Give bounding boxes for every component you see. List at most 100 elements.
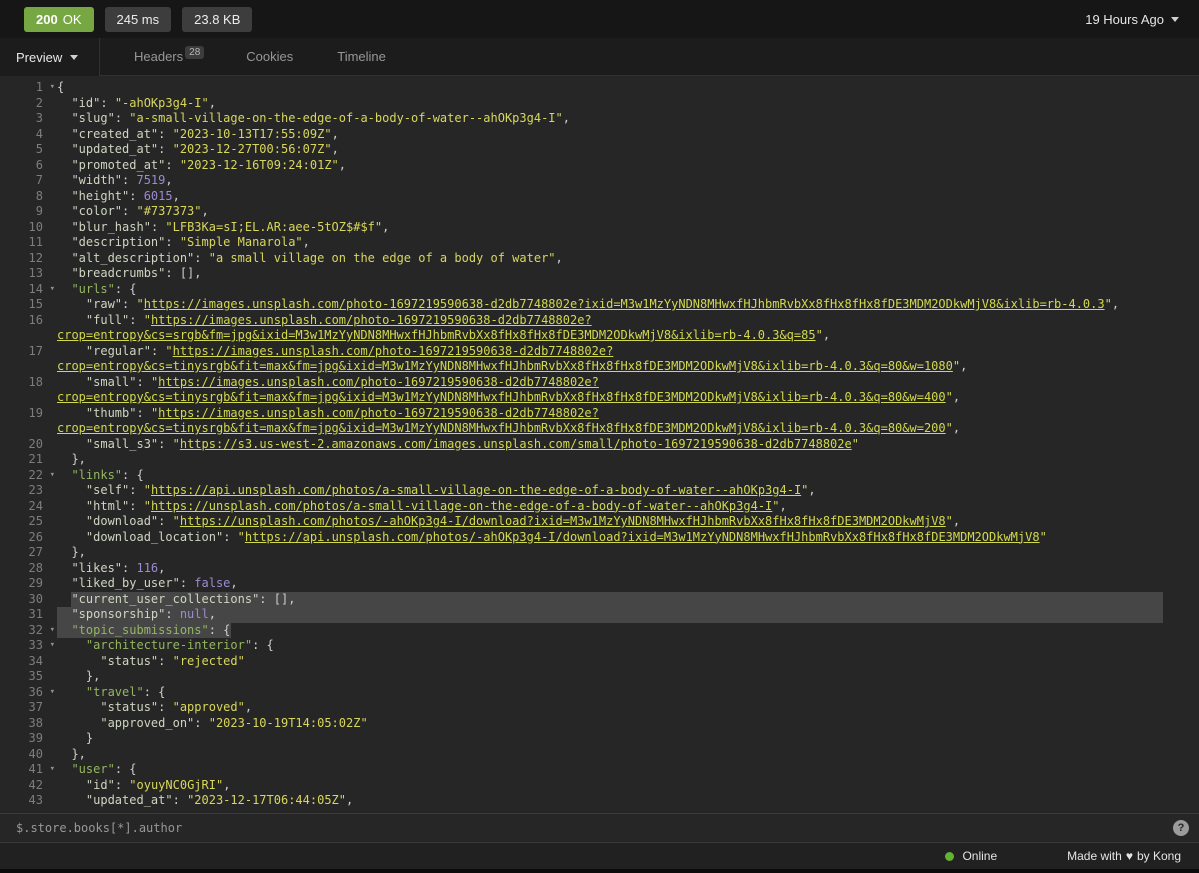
status-badge: 200OK [24,7,94,32]
code-token: , [780,499,787,513]
line-gutter: 37 [0,700,57,716]
line-gutter: 35 [0,669,57,685]
code-line: 40 }, [0,747,1163,763]
code-token: , [953,514,960,528]
response-link[interactable]: https://api.unsplash.com/photos/a-small-… [151,483,801,497]
fold-arrow-icon[interactable]: ▾ [50,282,55,298]
help-icon[interactable]: ? [1173,820,1189,836]
code-token: "links" [57,468,122,482]
code-token: " [144,313,151,327]
code-line: 37 "status": "approved", [0,700,1163,716]
code-line: 30 "current_user_collections": [], [0,592,1163,608]
code-token: "color" [57,204,122,218]
line-number: 13 [29,266,43,282]
line-gutter: 21 [0,452,57,468]
fold-arrow-icon[interactable]: ▾ [50,623,55,639]
fold-arrow-icon[interactable]: ▾ [50,468,55,484]
line-gutter: 29 [0,576,57,592]
tab-cookies[interactable]: Cookies [224,49,315,64]
response-link[interactable]: https://images.unsplash.com/photo-169721… [144,297,1105,311]
code-token: , [823,328,830,342]
line-number: 30 [29,592,43,608]
code-token: "status" [57,700,158,714]
code-token: 6015 [144,189,173,203]
code-token: : [136,406,150,420]
code-token: : [122,561,136,575]
code-token: : [158,514,172,528]
response-body-editor[interactable]: 1▾{2 "id": "-ahOKp3g4-I",3 "slug": "a-sm… [0,76,1199,813]
response-link[interactable]: https://images.unsplash.com/photo-169721… [57,344,953,374]
code-token: " [173,514,180,528]
response-link[interactable]: https://s3.us-west-2.amazonaws.com/image… [180,437,852,451]
code-token: : { [115,762,137,776]
code-text: "travel": { [57,685,1163,701]
preview-mode-label: Preview [16,50,62,65]
line-number: 14 [29,282,43,298]
code-token: : [165,158,179,172]
line-number: 21 [29,452,43,468]
code-token: " [165,344,172,358]
line-number: 18 [29,375,43,391]
code-token: "blur_hash" [57,220,151,234]
preview-mode-dropdown[interactable]: Preview [0,38,100,76]
code-token: "raw" [57,297,122,311]
code-token: , [960,359,967,373]
code-token: "width" [57,173,122,187]
code-token: " [136,297,143,311]
tab-timeline[interactable]: Timeline [315,49,408,64]
line-number: 6 [36,158,43,174]
code-token: , [332,127,339,141]
code-text: }, [57,545,1163,561]
code-token: "regular" [57,344,151,358]
line-gutter: 36▾ [0,685,57,701]
code-line: 14▾ "urls": { [0,282,1163,298]
code-line: 19 "thumb": "https://images.unsplash.com… [0,406,1163,437]
code-token: }, [57,452,86,466]
response-link[interactable]: https://images.unsplash.com/photo-169721… [57,375,946,405]
code-token: "download_location" [57,530,223,544]
code-token: : [122,204,136,218]
line-gutter: 34 [0,654,57,670]
status-dot-icon [945,852,954,861]
code-token: , [209,96,216,110]
response-link[interactable]: https://unsplash.com/photos/-ahOKp3g4-I/… [180,514,946,528]
response-link[interactable]: https://images.unsplash.com/photo-169721… [57,313,816,343]
code-text: "status": "approved", [57,700,1163,716]
tab-headers[interactable]: Headers28 [112,49,224,64]
fold-arrow-icon[interactable]: ▾ [50,638,55,654]
code-line: 43 "updated_at": "2023-12-17T06:44:05Z", [0,793,1163,809]
fold-arrow-icon[interactable]: ▾ [50,685,55,701]
kong-credit[interactable]: Made with ♥ by Kong [1067,849,1181,863]
code-text: } [57,731,1163,747]
online-status[interactable]: Online [945,849,997,863]
line-number: 7 [36,173,43,189]
code-token: : [100,96,114,110]
line-gutter: 4 [0,127,57,143]
fold-arrow-icon[interactable]: ▾ [50,80,55,96]
line-gutter: 7 [0,173,57,189]
response-link[interactable]: https://unsplash.com/photos/a-small-vill… [151,499,772,513]
code-text: "id": "-ahOKp3g4-I", [57,96,1163,112]
code-token: } [57,731,93,745]
code-token: "#737373" [136,204,201,218]
response-history-dropdown[interactable]: 19 Hours Ago [1085,12,1179,27]
code-text: "raw": "https://images.unsplash.com/phot… [57,297,1163,313]
code-token: }, [57,545,86,559]
filter-input[interactable] [16,821,1163,835]
code-token: "liked_by_user" [57,576,180,590]
code-line: 31 "sponsorship": null, [0,607,1163,623]
window-bottom-edge [0,869,1199,873]
line-gutter: 39 [0,731,57,747]
code-text: "status": "rejected" [57,654,1163,670]
code-token: , [303,235,310,249]
code-text: "width": 7519, [57,173,1163,189]
code-token: "breadcrumbs" [57,266,165,280]
fold-arrow-icon[interactable]: ▾ [50,762,55,778]
chevron-down-icon [1171,17,1179,22]
response-link[interactable]: https://images.unsplash.com/photo-169721… [57,406,946,436]
response-link[interactable]: https://api.unsplash.com/photos/-ahOKp3g… [245,530,1040,544]
line-gutter: 13 [0,266,57,282]
line-gutter: 8 [0,189,57,205]
code-token: "2023-10-13T17:55:09Z" [173,127,332,141]
code-token: "updated_at" [57,793,173,807]
